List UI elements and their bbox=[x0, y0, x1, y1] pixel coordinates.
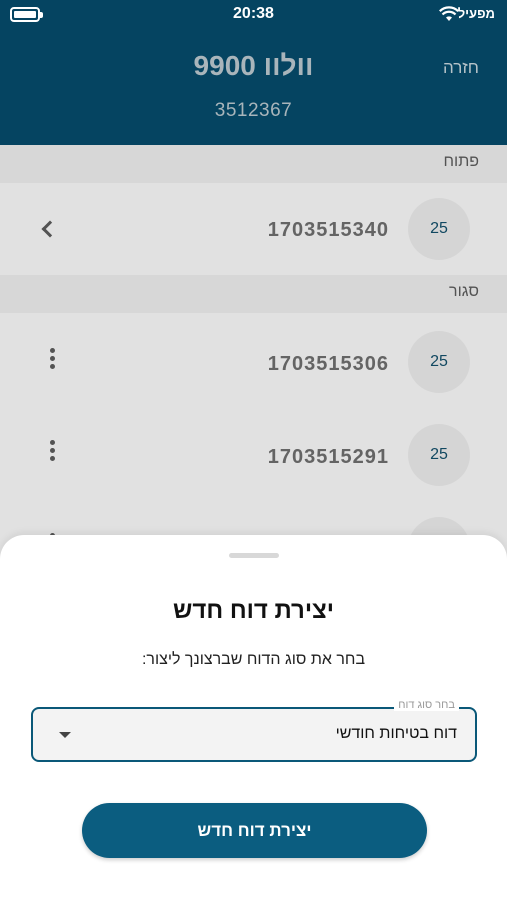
status-time: 20:38 bbox=[233, 5, 274, 22]
dropdown-caret-icon[interactable] bbox=[59, 732, 71, 738]
bottom-sheet: יצירת דוח חדש בחר את סוג הדוח שברצונך לי… bbox=[0, 535, 507, 900]
carrier-label: מפעיל bbox=[457, 6, 495, 21]
select-label: בחר סוג דוח bbox=[394, 699, 459, 711]
sheet-title: יצירת דוח חדש bbox=[173, 597, 334, 624]
drag-handle[interactable] bbox=[229, 553, 279, 558]
page-title: וולוו 9900 bbox=[193, 50, 314, 81]
select-value: דוח בטיחות חודשי bbox=[335, 725, 457, 742]
report-type-select[interactable]: בחר סוג דוח דוח בטיחות חודשי bbox=[31, 699, 477, 762]
status-bar: 20:38 מפעיל bbox=[0, 0, 507, 30]
sheet-subtitle: בחר את סוג הדוח שברצונך ליצור: bbox=[141, 651, 366, 668]
page-subtitle: 3512367 bbox=[214, 100, 293, 121]
wifi-icon bbox=[439, 6, 459, 21]
create-report-button[interactable]: יצירת דוח חדש bbox=[82, 803, 427, 858]
app-header: 20:38 מפעיל חזרה וולוו 9900 3512367 bbox=[0, 0, 507, 145]
